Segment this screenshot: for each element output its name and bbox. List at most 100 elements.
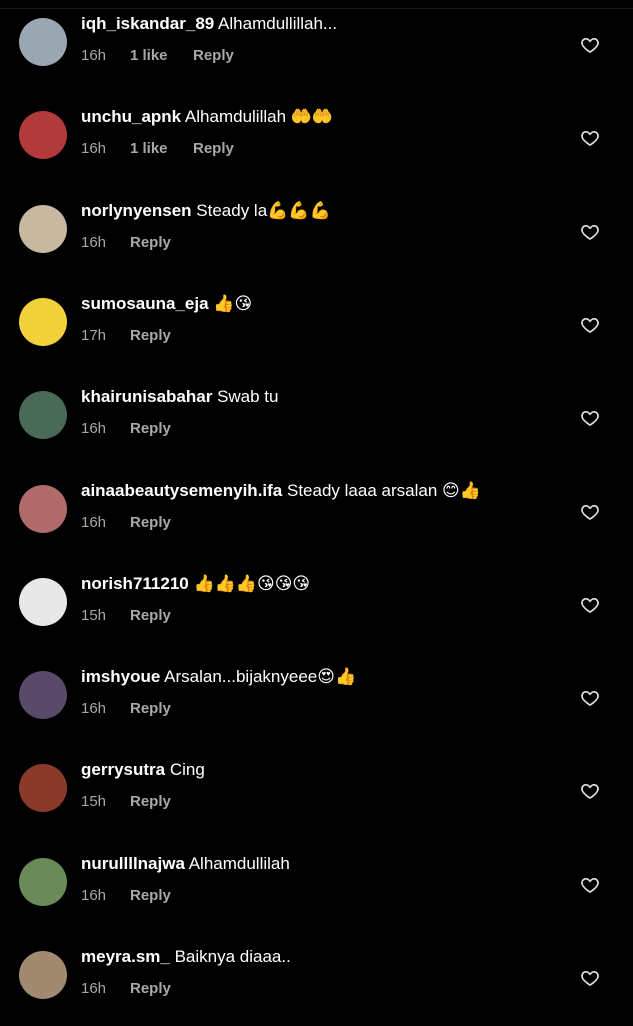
username[interactable]: norlynyensen (81, 201, 192, 220)
heart-icon[interactable] (580, 502, 600, 522)
comment-line: unchu_apnk Alhamdulillah 🤲🤲 (81, 107, 333, 127)
comment-row: nurullllnajwa Alhamdullilah 16h Reply (0, 840, 633, 933)
avatar[interactable] (19, 858, 67, 906)
heart-icon[interactable] (580, 315, 600, 335)
reply-button[interactable]: Reply (130, 327, 171, 344)
comment-text: Steady la💪💪💪 (196, 201, 331, 220)
comment-line: ainaabeautysemenyih.ifa Steady laaa arsa… (81, 481, 481, 501)
heart-icon[interactable] (580, 35, 600, 55)
timestamp: 16h (81, 234, 107, 251)
avatar[interactable] (19, 764, 67, 812)
username[interactable]: gerrysutra (81, 760, 165, 779)
username[interactable]: meyra.sm_ (81, 947, 170, 966)
comment-text: 👍😘 (213, 294, 253, 313)
comment-text: Alhamdulillah 🤲🤲 (184, 107, 334, 126)
comment-meta: 16h 1 like Reply (81, 140, 234, 158)
comment-row: sumosauna_eja 👍😘 17h Reply (0, 280, 633, 373)
reply-button[interactable]: Reply (130, 234, 171, 251)
reply-button[interactable]: Reply (130, 887, 171, 904)
timestamp: 16h (81, 700, 107, 717)
reply-button[interactable]: Reply (130, 700, 171, 717)
comment-row: gerrysutra Cing 15h Reply (0, 746, 633, 839)
username[interactable]: iqh_iskandar_89 (81, 14, 214, 33)
comment-meta: 15h Reply (81, 607, 171, 625)
comment-row: unchu_apnk Alhamdulillah 🤲🤲 16h 1 like Repl… (0, 93, 633, 186)
comment-row: iqh_iskandar_89 Alhamdullillah... 16h 1 li… (0, 0, 633, 93)
comment-row: norish711210 👍👍👍😘😘😘 15h Reply (0, 560, 633, 653)
comment-line: imshyoue Arsalan...bijaknyeee😍👍 (81, 667, 356, 687)
comment-meta: 16h Reply (81, 887, 171, 905)
timestamp: 15h (81, 793, 107, 810)
username[interactable]: khairunisabahar (81, 387, 212, 406)
heart-icon[interactable] (580, 781, 600, 801)
comment-text: Steady laaa arsalan 😊👍 (287, 481, 481, 500)
heart-icon[interactable] (580, 688, 600, 708)
timestamp: 16h (81, 140, 107, 157)
reply-button[interactable]: Reply (130, 980, 171, 997)
heart-icon[interactable] (580, 595, 600, 615)
avatar[interactable] (19, 578, 67, 626)
heart-icon[interactable] (580, 222, 600, 242)
reply-button[interactable]: Reply (130, 514, 171, 531)
username[interactable]: imshyoue (81, 667, 160, 686)
avatar[interactable] (19, 205, 67, 253)
comment-text: 👍👍👍😘😘😘 (193, 574, 311, 593)
comment-line: nurullllnajwa Alhamdullilah (81, 854, 290, 874)
comment-line: meyra.sm_ Baiknya diaaa.. (81, 947, 291, 967)
reply-button[interactable]: Reply (193, 140, 234, 157)
heart-icon[interactable] (580, 875, 600, 895)
username[interactable]: nurullllnajwa (81, 854, 185, 873)
timestamp: 15h (81, 607, 107, 624)
comment-row: norlynyensen Steady la💪💪💪 16h Reply (0, 187, 633, 280)
username[interactable]: unchu_apnk (81, 107, 181, 126)
comment-meta: 16h 1 like Reply (81, 47, 234, 65)
comment-meta: 16h Reply (81, 700, 171, 718)
like-count[interactable]: 1 like (130, 47, 193, 65)
avatar[interactable] (19, 391, 67, 439)
reply-button[interactable]: Reply (130, 793, 171, 810)
comment-text: Alhamdullilah (188, 854, 290, 873)
timestamp: 16h (81, 887, 107, 904)
comment-text: Baiknya diaaa.. (174, 947, 291, 966)
avatar[interactable] (19, 485, 67, 533)
comment-line: sumosauna_eja 👍😘 (81, 294, 252, 314)
comment-meta: 15h Reply (81, 793, 171, 811)
comment-meta: 16h Reply (81, 514, 171, 532)
comment-row: meyra.sm_ Baiknya diaaa.. 16h Reply (0, 933, 633, 1026)
comment-meta: 17h Reply (81, 327, 171, 345)
timestamp: 16h (81, 514, 107, 531)
comment-row: khairunisabahar Swab tu 16h Reply (0, 373, 633, 466)
comment-meta: 16h Reply (81, 420, 171, 438)
avatar[interactable] (19, 18, 67, 66)
timestamp: 16h (81, 47, 107, 64)
avatar[interactable] (19, 951, 67, 999)
comment-row: ainaabeautysemenyih.ifa Steady laaa arsa… (0, 467, 633, 560)
reply-button[interactable]: Reply (130, 420, 171, 437)
comment-text: Cing (169, 760, 205, 779)
avatar[interactable] (19, 298, 67, 346)
username[interactable]: sumosauna_eja (81, 294, 209, 313)
like-count[interactable]: 1 like (130, 140, 193, 158)
reply-button[interactable]: Reply (130, 607, 171, 624)
timestamp: 16h (81, 980, 107, 997)
username[interactable]: ainaabeautysemenyih.ifa (81, 481, 282, 500)
avatar[interactable] (19, 671, 67, 719)
comment-line: gerrysutra Cing (81, 760, 205, 780)
comment-text: Alhamdullillah... (218, 14, 338, 33)
comment-meta: 16h Reply (81, 980, 171, 998)
comment-line: norish711210 👍👍👍😘😘😘 (81, 574, 310, 594)
avatar[interactable] (19, 111, 67, 159)
heart-icon[interactable] (580, 408, 600, 428)
comment-text: Swab tu (217, 387, 279, 406)
comment-line: khairunisabahar Swab tu (81, 387, 279, 407)
comment-line: norlynyensen Steady la💪💪💪 (81, 201, 331, 221)
heart-icon[interactable] (580, 128, 600, 148)
timestamp: 16h (81, 420, 107, 437)
username[interactable]: norish711210 (81, 574, 189, 593)
comment-text: Arsalan...bijaknyeee😍👍 (164, 667, 357, 686)
comment-row: imshyoue Arsalan...bijaknyeee😍👍 16h Reply (0, 653, 633, 746)
heart-icon[interactable] (580, 968, 600, 988)
timestamp: 17h (81, 327, 107, 344)
reply-button[interactable]: Reply (193, 47, 234, 64)
comment-line: iqh_iskandar_89 Alhamdullillah... (81, 14, 337, 34)
